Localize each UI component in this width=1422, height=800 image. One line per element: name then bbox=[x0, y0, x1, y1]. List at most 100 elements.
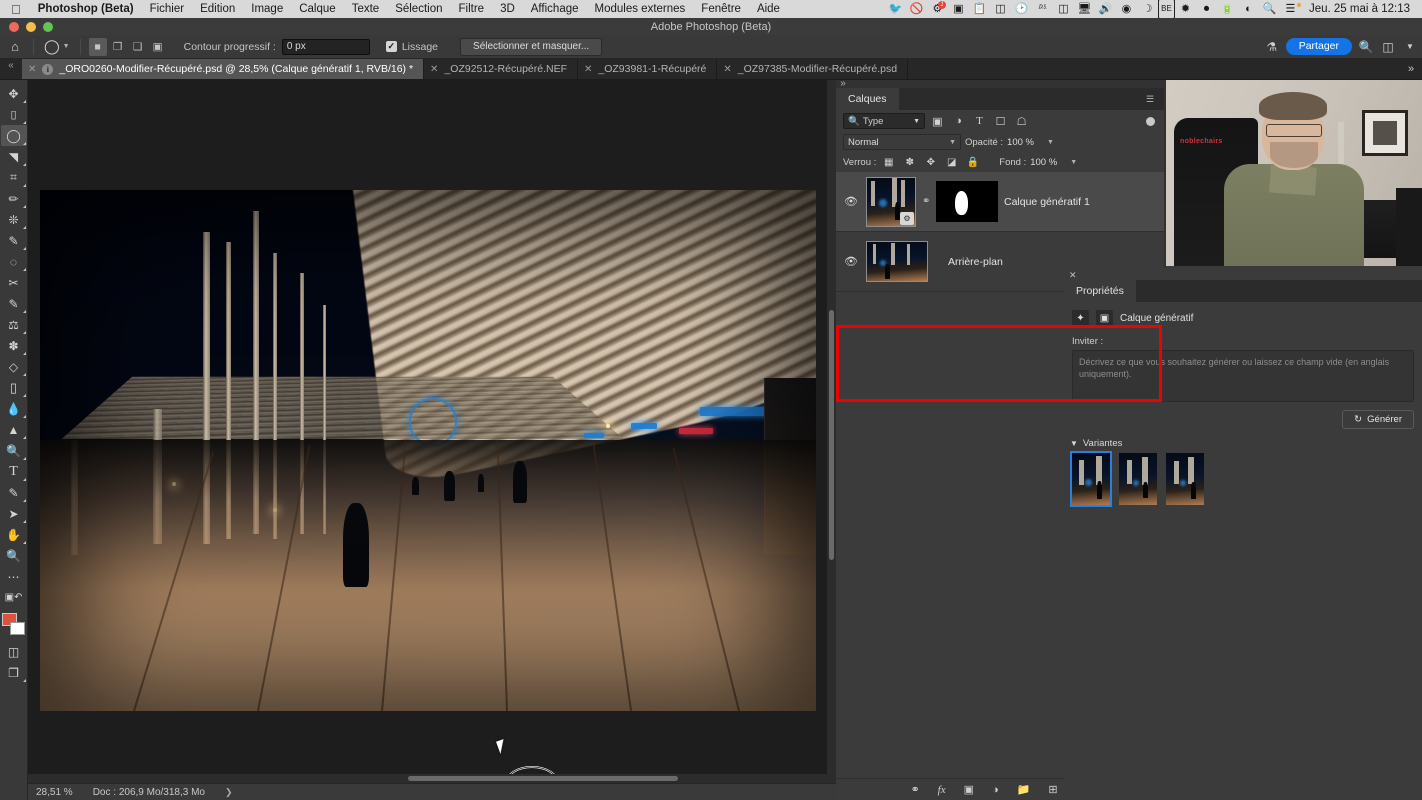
menu-item-calque[interactable]: Calque bbox=[291, 0, 343, 18]
menu-item-photoshop[interactable]: Photoshop (Beta) bbox=[30, 0, 142, 18]
patch-tool-icon[interactable]: ✎ bbox=[1, 230, 27, 251]
battery-icon[interactable]: 🔋 bbox=[1217, 0, 1238, 18]
screen-record-icon[interactable]: ▣ bbox=[948, 0, 969, 18]
bluetooth-icon[interactable]: ✹ bbox=[1175, 0, 1196, 18]
eyedropper-tool-icon[interactable]: ✏ bbox=[1, 188, 27, 209]
menu-item-filtre[interactable]: Filtre bbox=[451, 0, 493, 18]
adjustment-layer-icon[interactable]: ◑ bbox=[992, 784, 999, 796]
wifi-icon[interactable]: ◐ bbox=[1238, 0, 1259, 18]
document-tab-3[interactable]: ✕ _OZ97385-Modifier-Récupéré.psd bbox=[717, 59, 909, 79]
antialias-checkbox-group[interactable]: ✓ Lissage bbox=[370, 41, 438, 53]
crop-tool-icon[interactable]: ⌗ bbox=[1, 167, 27, 188]
share-button[interactable]: Partager bbox=[1285, 38, 1352, 55]
canvas-vertical-scrollbar[interactable] bbox=[827, 80, 836, 774]
layer-thumbnail[interactable] bbox=[866, 241, 928, 282]
layer-mask-thumbnail[interactable] bbox=[936, 181, 998, 222]
bluebird-icon[interactable]: 🐦 bbox=[885, 0, 906, 18]
lasso-tool-icon[interactable]: ◯ bbox=[0, 125, 27, 146]
opacity-value[interactable]: 100 % bbox=[1007, 134, 1044, 150]
moon-icon[interactable]: ☽ bbox=[1137, 0, 1158, 18]
volume-icon[interactable]: 🔊 bbox=[1095, 0, 1116, 18]
document-image[interactable] bbox=[40, 190, 816, 711]
subtract-from-selection-icon[interactable]: ❑ bbox=[129, 38, 147, 56]
pen-tool-icon[interactable]: ✎ bbox=[1, 482, 27, 503]
search-icon[interactable]: 🔍 bbox=[1259, 0, 1280, 18]
remove-tool-icon[interactable]: ◌ bbox=[1, 251, 27, 272]
layer-filter-type-select[interactable]: 🔍 Type ▼ bbox=[843, 113, 925, 129]
move-tool-icon[interactable]: ✥ bbox=[1, 83, 27, 104]
screen-mode-icon[interactable]: ❐ bbox=[1, 662, 27, 683]
search-icon[interactable]: 🔍 bbox=[1358, 40, 1374, 54]
link-layers-icon[interactable]: ⚭ bbox=[910, 783, 919, 796]
pixel-filter-icon[interactable]: ▣ bbox=[929, 113, 946, 129]
lock-position-icon[interactable]: ✥ bbox=[922, 154, 939, 170]
menu-item-image[interactable]: Image bbox=[243, 0, 291, 18]
clone-stamp-tool-icon[interactable]: ⚖ bbox=[1, 314, 27, 335]
control-center-icon[interactable]: ☰ bbox=[1280, 0, 1301, 18]
chevron-right-icon[interactable]: ❯ bbox=[225, 787, 233, 798]
eraser-tool-icon[interactable]: ◇ bbox=[1, 356, 27, 377]
variant-thumbnail[interactable] bbox=[1119, 453, 1157, 505]
smart-object-filter-icon[interactable]: ☖ bbox=[1013, 113, 1030, 129]
spot-healing-brush-tool-icon[interactable]: ❊ bbox=[1, 209, 27, 230]
variants-section-header[interactable]: ▼ Variantes bbox=[1064, 429, 1422, 453]
menu-item-fenetre[interactable]: Fenêtre bbox=[693, 0, 749, 18]
menu-item-modules-externes[interactable]: Modules externes bbox=[587, 0, 694, 18]
clock-icon[interactable]: 🕑 bbox=[1011, 0, 1032, 18]
history-brush-tool-icon[interactable]: ✽ bbox=[1, 335, 27, 356]
layer-style-fx-icon[interactable]: fx bbox=[938, 784, 946, 796]
document-tab-2[interactable]: ✕ _OZ93981-1-Récupéré bbox=[578, 59, 718, 79]
background-color-swatch[interactable] bbox=[9, 622, 25, 635]
burn-tool-icon[interactable]: 🔍 bbox=[1, 440, 27, 461]
panel-menu-icon[interactable]: ☰ bbox=[1146, 95, 1157, 104]
layer-thumbnail[interactable]: ⚙ bbox=[866, 176, 916, 227]
adjustment-filter-icon[interactable]: ◑ bbox=[950, 113, 967, 129]
menu-item-aide[interactable]: Aide bbox=[749, 0, 788, 18]
home-icon[interactable]: ⌂ bbox=[0, 39, 30, 54]
layer-name[interactable]: Arrière-plan bbox=[948, 256, 1003, 268]
filter-toggle-icon[interactable] bbox=[1146, 116, 1155, 126]
zoom-tool-icon[interactable]: 🔍 bbox=[1, 545, 27, 566]
notification-badge-icon[interactable]: ⚙ 1 bbox=[927, 0, 948, 18]
blur-tool-icon[interactable]: 💧 bbox=[1, 398, 27, 419]
flask-icon[interactable]: ⚗ bbox=[1264, 40, 1280, 54]
menu-item-texte[interactable]: Texte bbox=[344, 0, 388, 18]
eye-icon[interactable]: 👁 bbox=[842, 195, 860, 208]
chevron-down-icon[interactable]: ▼ bbox=[1402, 42, 1418, 51]
lock-all-icon[interactable]: 🔒 bbox=[964, 154, 981, 170]
lock-artboard-icon[interactable]: ◪ bbox=[943, 154, 960, 170]
color-swatches[interactable] bbox=[1, 612, 27, 638]
add-to-selection-icon[interactable]: ❐ bbox=[109, 38, 127, 56]
clipboard-icon[interactable]: 📋 bbox=[969, 0, 990, 18]
scrollbar-thumb[interactable] bbox=[408, 776, 678, 781]
blend-mode-select[interactable]: Normal ▼ bbox=[843, 134, 961, 150]
display-icon[interactable]: 🖥 bbox=[1074, 0, 1095, 18]
no-entry-icon[interactable]: 🚫 bbox=[906, 0, 927, 18]
apple-icon[interactable]:  bbox=[11, 3, 21, 16]
battery-vertical-icon[interactable]: ◫ bbox=[990, 0, 1011, 18]
select-and-mask-button[interactable]: Sélectionner et masquer... bbox=[460, 37, 603, 56]
layer-row[interactable]: 👁 ⚙ ⚭ Calque génératif 1 bbox=[836, 172, 1164, 232]
intersect-selection-icon[interactable]: ▣ bbox=[149, 38, 167, 56]
binoculars-icon[interactable]: 𝄉 bbox=[1032, 0, 1053, 18]
menu-bar-clock[interactable]: Jeu. 25 mai à 12:13 bbox=[1301, 3, 1416, 15]
generate-button[interactable]: ↻ Générer bbox=[1342, 410, 1414, 429]
marquee-tool-icon[interactable]: ▯ bbox=[1, 104, 27, 125]
new-group-icon[interactable]: 📁 bbox=[1017, 783, 1031, 796]
shape-filter-icon[interactable]: ☐ bbox=[992, 113, 1009, 129]
close-icon[interactable]: ✕ bbox=[28, 64, 36, 75]
layer-name[interactable]: Calque génératif 1 bbox=[1004, 196, 1090, 208]
eye-icon[interactable]: 👁 bbox=[842, 255, 860, 268]
chevron-down-icon[interactable]: ▼ bbox=[1070, 159, 1077, 166]
be-icon[interactable]: BE bbox=[1157, 0, 1175, 19]
prompt-textarea[interactable]: Décrivez ce que vous souhaitez générer o… bbox=[1072, 350, 1414, 402]
type-tool-icon[interactable]: T bbox=[1, 461, 27, 482]
link-icon[interactable]: ⚭ bbox=[922, 196, 930, 207]
dodge-tool-icon[interactable]: ▲ bbox=[1, 419, 27, 440]
document-tab-0[interactable]: ✕ i _ORO0260-Modifier-Récupéré.psd @ 28,… bbox=[22, 59, 425, 79]
new-selection-icon[interactable]: ■ bbox=[88, 37, 107, 56]
hand-tool-icon[interactable]: ✋ bbox=[1, 524, 27, 545]
record-icon[interactable]: ◉ bbox=[1116, 0, 1137, 18]
edit-toolbar-icon[interactable]: ⋯ bbox=[1, 566, 27, 587]
scrollbar-thumb[interactable] bbox=[829, 310, 834, 560]
